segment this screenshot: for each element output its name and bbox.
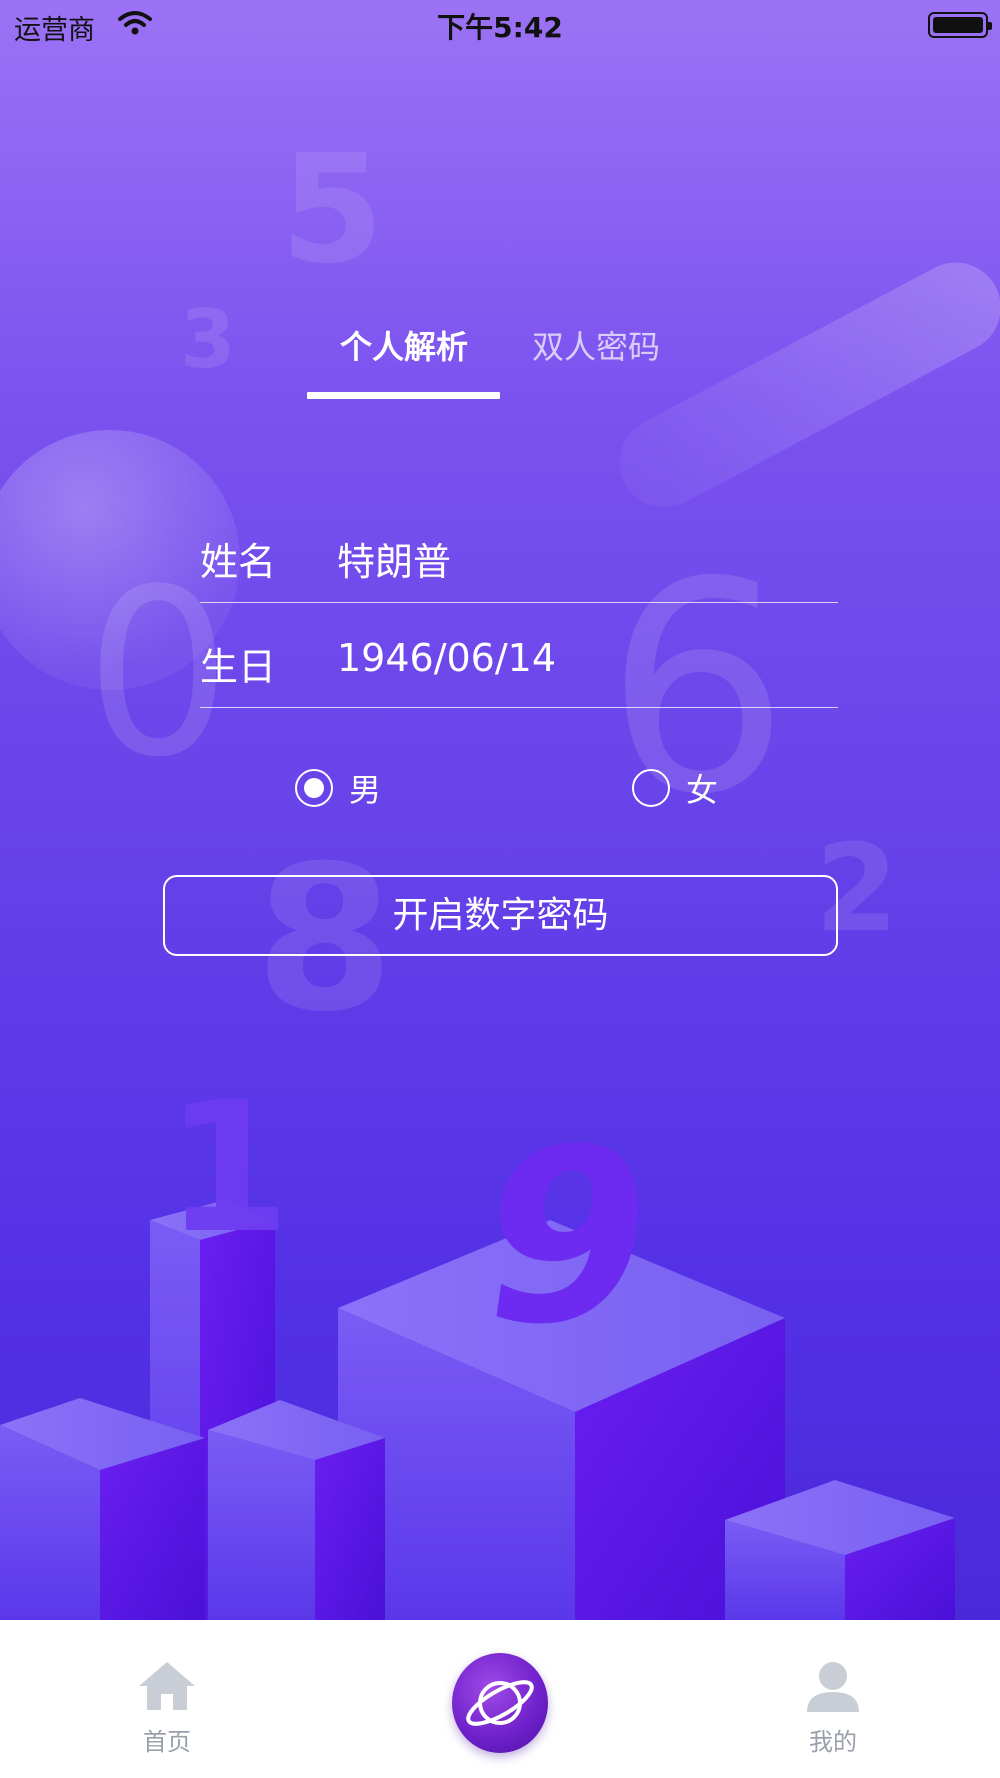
bottom-tab-bar: 首页 我的: [0, 1620, 1000, 1778]
home-icon: [139, 1662, 195, 1710]
mode-tabs: 个人解析 双人密码: [0, 322, 1000, 402]
isometric-blocks-illustration: 1 9: [0, 1064, 955, 1620]
tabbar-mine[interactable]: 我的: [773, 1660, 893, 1757]
name-field[interactable]: 姓名 特朗普: [200, 503, 838, 603]
tabbar-center-button[interactable]: [452, 1653, 548, 1753]
name-input[interactable]: 特朗普: [337, 531, 451, 586]
battery-icon: [928, 12, 992, 38]
gender-female-radio[interactable]: 女: [632, 765, 718, 811]
tab-personal-analysis[interactable]: 个人解析: [308, 322, 500, 368]
gender-male-radio[interactable]: 男: [295, 765, 381, 811]
status-bar: 运营商 下午5:42: [0, 0, 1000, 50]
decor-digit-5: 5: [280, 123, 385, 297]
tabbar-home-label: 首页: [143, 1728, 191, 1756]
planet-icon: [466, 1680, 534, 1726]
tab-active-indicator: [307, 392, 500, 399]
tab-couple-code[interactable]: 双人密码: [506, 322, 686, 368]
user-icon: [807, 1662, 859, 1712]
illustration-digit-1: 1: [165, 1064, 290, 1273]
start-number-code-button[interactable]: 开启数字密码: [163, 875, 838, 956]
name-label: 姓名: [200, 540, 277, 584]
birthday-field[interactable]: 生日 1946/06/14: [200, 608, 838, 708]
radio-unselected-icon: [632, 769, 670, 807]
birthday-label: 生日: [200, 645, 277, 689]
gender-male-label: 男: [349, 771, 382, 809]
tabbar-home[interactable]: 首页: [107, 1660, 227, 1757]
gender-female-label: 女: [686, 771, 719, 809]
main-screen: 5 3 0 6 8 2 运营商 下午5:42 个人解析 双人密码 姓名 特朗普 …: [0, 0, 1000, 1620]
tabbar-mine-label: 我的: [809, 1728, 857, 1756]
radio-selected-icon: [295, 769, 333, 807]
status-time: 下午5:42: [437, 11, 563, 44]
birthday-input[interactable]: 1946/06/14: [337, 636, 556, 680]
